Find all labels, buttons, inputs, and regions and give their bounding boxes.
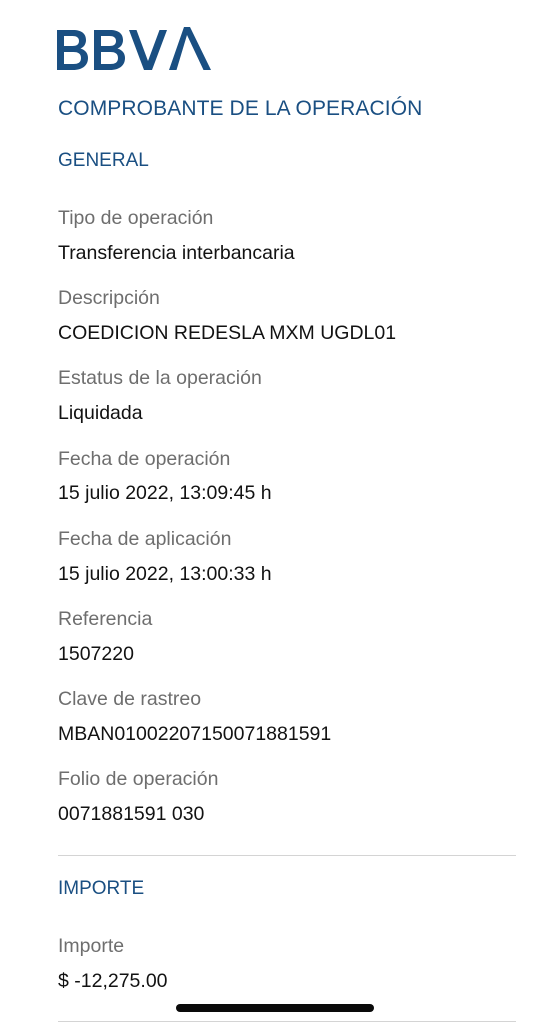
section-heading-general: GENERAL: [58, 150, 149, 171]
field-label-clave-rastreo: Clave de rastreo: [58, 688, 202, 710]
section-divider: [58, 855, 516, 856]
field-label-tipo-operacion: Tipo de operación: [58, 207, 214, 229]
field-label-fecha-aplicacion: Fecha de aplicación: [58, 528, 232, 550]
field-value-fecha-operacion: 15 julio 2022, 13:09:45 h: [58, 482, 272, 504]
page-title: COMPROBANTE DE LA OPERACIÓN: [58, 97, 423, 120]
field-value-importe: $ -12,275.00: [58, 970, 168, 992]
field-value-fecha-aplicacion: 15 julio 2022, 13:00:33 h: [58, 563, 272, 585]
bbva-logo-mark: [57, 27, 211, 70]
field-label-descripcion: Descripción: [58, 287, 160, 309]
field-value-clave-rastreo: MBAN01002207150071881591: [58, 723, 332, 745]
home-indicator[interactable]: [176, 1004, 374, 1012]
field-label-referencia: Referencia: [58, 608, 153, 630]
field-value-folio-operacion: 0071881591 030: [58, 803, 205, 825]
field-label-folio-operacion: Folio de operación: [58, 768, 219, 790]
field-value-referencia: 1507220: [58, 643, 134, 665]
field-value-descripcion: COEDICION REDESLA MXM UGDL01: [58, 322, 397, 344]
section-heading-importe: IMPORTE: [58, 878, 145, 899]
field-value-estatus: Liquidada: [58, 402, 143, 424]
field-label-importe: Importe: [58, 935, 125, 957]
field-value-tipo-operacion: Transferencia interbancaria: [58, 242, 295, 264]
field-label-fecha-operacion: Fecha de operación: [58, 448, 231, 470]
section-divider: [58, 1021, 516, 1022]
field-label-estatus: Estatus de la operación: [58, 367, 262, 389]
bbva-logo: [57, 26, 211, 74]
